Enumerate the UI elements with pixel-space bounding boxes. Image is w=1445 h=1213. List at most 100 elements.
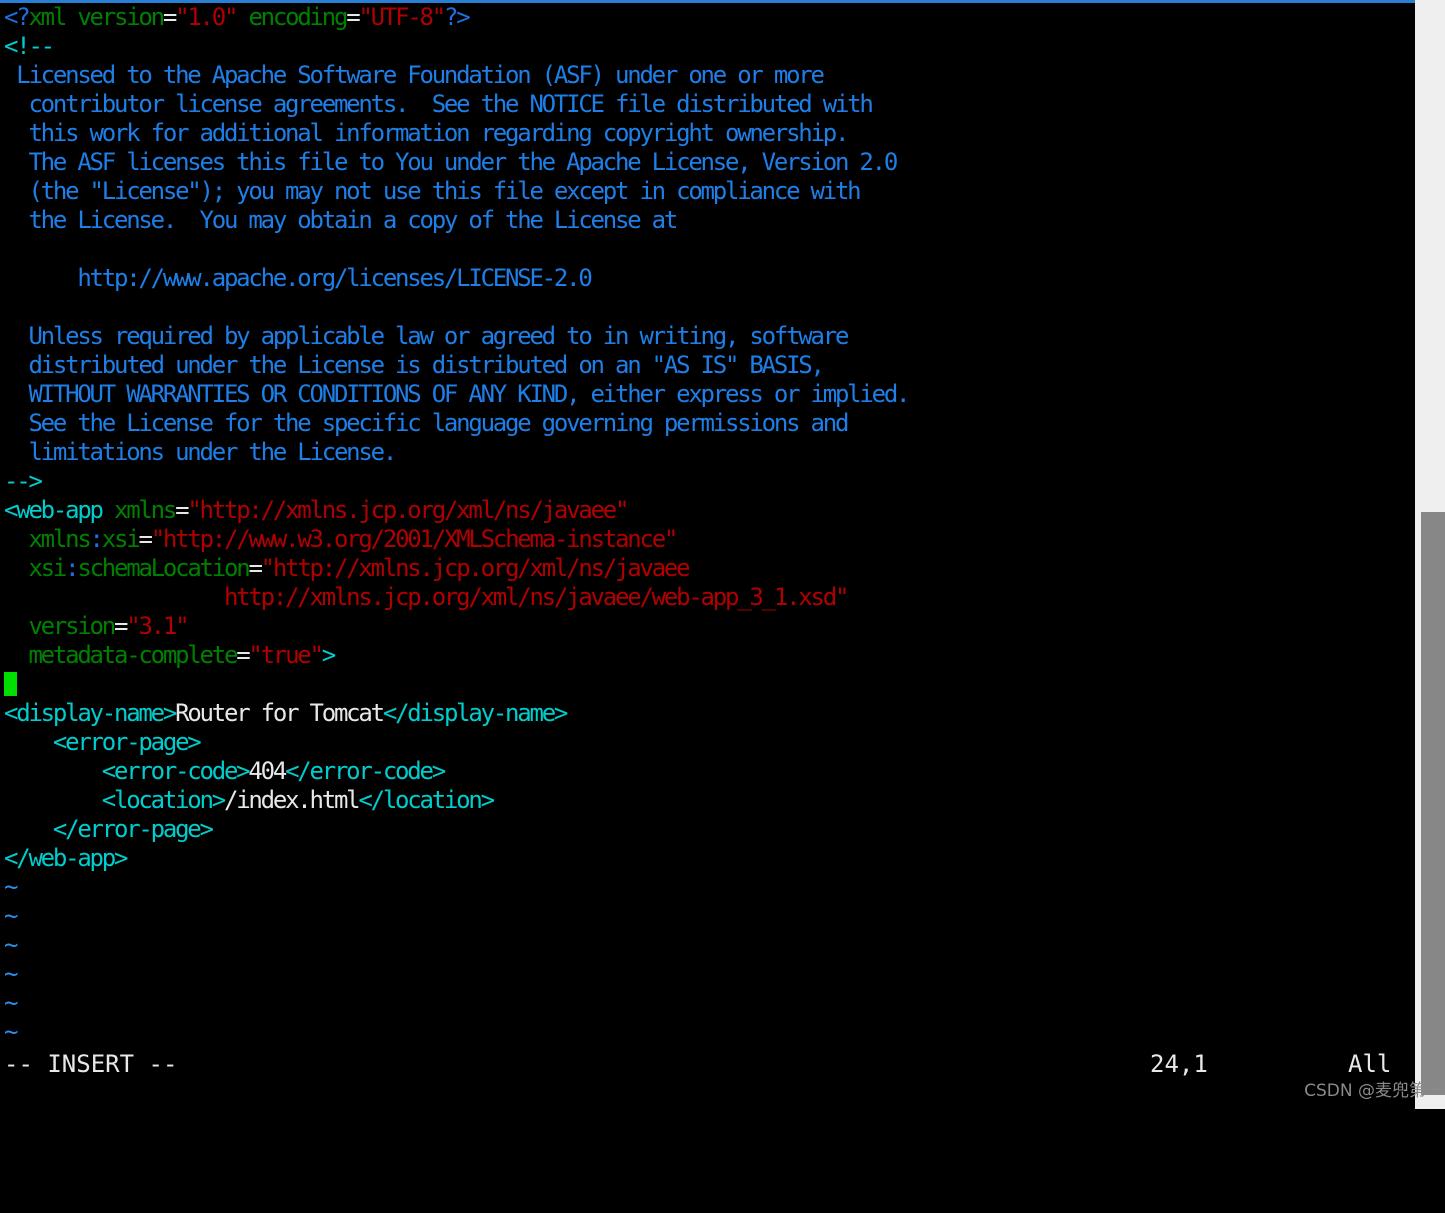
editor-line[interactable]: <error-page> (4, 728, 1415, 757)
editor-line[interactable]: WITHOUT WARRANTIES OR CONDITIONS OF ANY … (4, 380, 1415, 409)
code-token: : (89, 525, 105, 553)
code-token: = (346, 3, 361, 31)
editor-line[interactable]: (the "License"); you may not use this fi… (4, 177, 1415, 206)
code-token: "3.1" (126, 612, 189, 640)
code-token: distributed under the License is distrib… (4, 351, 825, 379)
code-token: metadata-complete (4, 641, 238, 669)
code-token: http://xmlns.jcp.org/xml/ns/javaee/web-a… (4, 583, 849, 611)
editor-line[interactable]: Unless required by applicable law or agr… (4, 322, 1415, 351)
code-token: schemaLocation (77, 554, 250, 582)
editor-line[interactable]: http://www.apache.org/licenses/LICENSE-2… (4, 264, 1415, 293)
code-token: See the License for the specific languag… (4, 409, 849, 437)
code-token: Router for Tomcat (175, 699, 385, 727)
editor-line[interactable]: <web-app xmlns="http://xmlns.jcp.org/xml… (4, 496, 1415, 525)
editor-line[interactable]: metadata-complete="true"> (4, 641, 1415, 670)
editor-line[interactable]: <!-- (4, 32, 1415, 61)
vim-status-line: -- INSERT -- 24,1 All (0, 1048, 1415, 1081)
code-token: <web-app (4, 496, 104, 524)
code-token: version (4, 612, 116, 640)
code-token: ~ (4, 960, 19, 988)
code-token: ~ (4, 902, 19, 930)
editor-line[interactable]: xmlns:xsi="http://www.w3.org/2001/XMLSch… (4, 525, 1415, 554)
code-token: : (65, 554, 80, 582)
text-cursor (4, 672, 17, 696)
status-cursor-position: 24,1 (1150, 1050, 1208, 1078)
code-token: xmlns (4, 525, 91, 553)
code-token: "http://www.w3.org/2001/XMLSchema-instan… (150, 525, 679, 553)
code-token: <display-name> (4, 699, 177, 727)
code-token: <? (4, 3, 31, 31)
editor-line[interactable] (4, 293, 1415, 322)
code-token: xsi (4, 554, 67, 582)
csdn-watermark: CSDN @麦兜第一 (1304, 1081, 1443, 1101)
code-token: --> (4, 467, 43, 495)
code-token: = (248, 554, 263, 582)
scrollbar-thumb[interactable] (1421, 512, 1445, 1095)
code-token: ~ (4, 1018, 19, 1046)
editor-line[interactable]: Licensed to the Apache Software Foundati… (4, 61, 1415, 90)
editor-line[interactable]: <?xml version="1.0" encoding="UTF-8"?> (4, 3, 1415, 32)
editor-line[interactable]: this work for additional information reg… (4, 119, 1415, 148)
editor-line[interactable]: <location>/index.html</location> (4, 786, 1415, 815)
editor-line[interactable]: </error-page> (4, 815, 1415, 844)
editor-line[interactable]: ~ (4, 1018, 1415, 1047)
code-token: (the "License"); you may not use this fi… (4, 177, 861, 205)
editor-line[interactable]: ~ (4, 902, 1415, 931)
code-token: ~ (4, 989, 19, 1017)
code-token: > (321, 641, 337, 669)
code-token: </location> (358, 786, 495, 814)
editor-line[interactable]: ~ (4, 989, 1415, 1018)
vertical-scrollbar[interactable] (1415, 0, 1445, 1109)
code-token: contributor license agreements. See the … (4, 90, 873, 118)
vim-terminal-window: <?xml version="1.0" encoding="UTF-8"?> <!… (0, 0, 1445, 1109)
editor-line[interactable]: --> (4, 467, 1415, 496)
code-token: <location> (4, 786, 226, 814)
code-token: "true" (248, 641, 324, 669)
code-token: </error-code> (285, 757, 446, 785)
code-token: /index.html (223, 786, 361, 814)
editor-line[interactable]: http://xmlns.jcp.org/xml/ns/javaee/web-a… (4, 583, 1415, 612)
code-token: <error-page> (4, 728, 202, 756)
code-token: xml version (28, 3, 165, 31)
code-token: = (138, 525, 153, 553)
code-token: Unless required by applicable law or agr… (4, 322, 849, 350)
editor-line[interactable]: contributor license agreements. See the … (4, 90, 1415, 119)
editor-line[interactable]: ~ (4, 960, 1415, 989)
code-token: = (113, 612, 129, 640)
editor-line[interactable]: The ASF licenses this file to You under … (4, 148, 1415, 177)
code-token: Licensed to the Apache Software Foundati… (4, 61, 825, 89)
code-token: </web-app> (4, 844, 128, 872)
editor-line[interactable] (4, 235, 1415, 264)
editor-buffer[interactable]: <?xml version="1.0" encoding="UTF-8"?> <!… (0, 3, 1415, 1047)
editor-line[interactable]: ~ (4, 873, 1415, 902)
code-token: "http://xmlns.jcp.org/xml/ns/javaee (260, 554, 691, 582)
editor-line[interactable]: the License. You may obtain a copy of th… (4, 206, 1415, 235)
code-token: <error-code> (4, 757, 251, 785)
code-token: ~ (4, 873, 19, 901)
editor-line[interactable]: See the License for the specific languag… (4, 409, 1415, 438)
code-token: the License. You may obtain a copy of th… (4, 206, 678, 234)
code-token: ?> (443, 3, 471, 31)
editor-line[interactable]: <error-code>404</error-code> (4, 757, 1415, 786)
editor-line[interactable]: <display-name>Router for Tomcat</display… (4, 699, 1415, 728)
code-token: http://www.apache.org/licenses/LICENSE-2… (4, 264, 592, 292)
code-token: The ASF licenses this file to You under … (4, 148, 898, 176)
code-token: ~ (4, 931, 19, 959)
code-token: xsi (101, 525, 141, 553)
code-token: this work for additional information reg… (4, 119, 849, 147)
editor-line[interactable]: xsi:schemaLocation="http://xmlns.jcp.org… (4, 554, 1415, 583)
editor-line[interactable]: limitations under the License. (4, 438, 1415, 467)
editor-line[interactable]: </web-app> (4, 844, 1415, 873)
code-token: 404 (248, 757, 287, 785)
editor-line[interactable] (4, 670, 1415, 699)
editor-line[interactable]: version="3.1" (4, 612, 1415, 641)
code-token: </error-page> (4, 815, 214, 843)
code-token: xmlns (101, 496, 177, 524)
terminal-viewport[interactable]: <?xml version="1.0" encoding="UTF-8"?> <!… (0, 3, 1415, 1109)
editor-line[interactable]: ~ (4, 931, 1415, 960)
code-token: = (162, 3, 178, 31)
code-token: WITHOUT WARRANTIES OR CONDITIONS OF ANY … (4, 380, 910, 408)
code-token: "1.0" (175, 3, 238, 31)
code-token: = (236, 641, 251, 669)
editor-line[interactable]: distributed under the License is distrib… (4, 351, 1415, 380)
